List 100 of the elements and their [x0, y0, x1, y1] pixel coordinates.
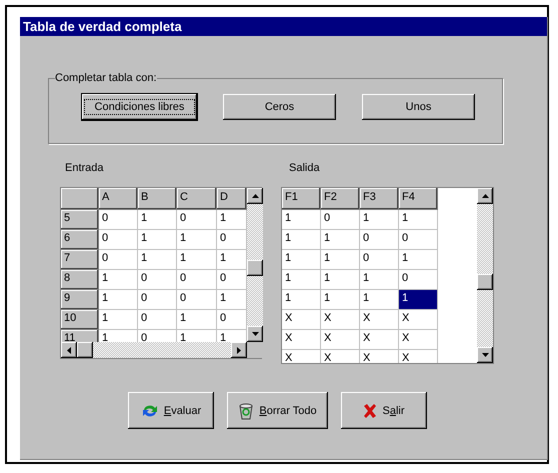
exit-button[interactable]: Salir — [341, 392, 427, 429]
table-cell[interactable]: 0 — [177, 210, 217, 230]
row-header: 5 — [61, 210, 99, 230]
row-header: 8 — [61, 270, 99, 290]
table-cell[interactable]: X — [360, 310, 399, 330]
table-cell[interactable]: 1 — [360, 290, 399, 310]
table-cell[interactable]: 1 — [138, 250, 177, 270]
table-cell[interactable]: X — [360, 350, 399, 363]
row-header: 6 — [61, 230, 99, 250]
table-cell[interactable]: 0 — [217, 310, 247, 330]
table-cell[interactable]: 1 — [217, 210, 247, 230]
table-cell[interactable]: 0 — [217, 230, 247, 250]
table-cell[interactable]: 0 — [138, 270, 177, 290]
table-cell[interactable]: 1 — [177, 310, 217, 330]
table-cell[interactable]: X — [282, 350, 321, 363]
scroll-thumb[interactable] — [477, 274, 493, 290]
recycle-bin-icon — [238, 402, 254, 420]
table-cell[interactable]: X — [360, 330, 399, 350]
table-cell[interactable]: 1 — [282, 290, 321, 310]
row-header: 11 — [61, 330, 99, 342]
table-cell[interactable]: 0 — [138, 290, 177, 310]
horizontal-scrollbar[interactable] — [61, 342, 247, 358]
table-cell[interactable]: 0 — [177, 270, 217, 290]
table-cell[interactable]: 1 — [99, 330, 138, 342]
table-cell[interactable]: 1 — [177, 330, 217, 342]
group-label: Completar tabla con: — [55, 72, 156, 84]
table-cell[interactable]: 1 — [321, 230, 360, 250]
vertical-scrollbar[interactable] — [477, 188, 493, 363]
table-cell[interactable]: 1 — [399, 250, 438, 270]
window-title: Tabla de verdad completa — [23, 19, 182, 34]
table-cell[interactable]: 1 — [177, 230, 217, 250]
table-cell[interactable]: 0 — [360, 230, 399, 250]
table-cell[interactable]: X — [321, 310, 360, 330]
table-cell[interactable]: 0 — [399, 270, 438, 290]
fill-option-button[interactable]: Unos — [362, 94, 475, 120]
clear-all-button[interactable]: Borrar Todo — [227, 392, 328, 429]
table-cell[interactable]: X — [321, 330, 360, 350]
vertical-scrollbar[interactable] — [247, 188, 263, 342]
table-cell[interactable]: X — [399, 310, 438, 330]
column-header: F1 — [282, 188, 321, 210]
scroll-thumb[interactable] — [247, 260, 263, 276]
input-table-label: Entrada — [65, 162, 105, 175]
table-cell[interactable]: 1 — [138, 210, 177, 230]
row-header: 10 — [61, 310, 99, 330]
column-header: F2 — [321, 188, 360, 210]
column-header: D — [217, 188, 247, 210]
table-cell[interactable]: 1 — [360, 210, 399, 230]
table-cell[interactable]: 1 — [138, 230, 177, 250]
table-cell[interactable]: 1 — [282, 270, 321, 290]
table-cell[interactable]: 0 — [177, 290, 217, 310]
column-header: F4 — [399, 188, 438, 210]
table-cell[interactable]: X — [399, 350, 438, 363]
table-cell[interactable]: 0 — [399, 230, 438, 250]
table-cell[interactable]: 1 — [177, 250, 217, 270]
table-cell[interactable]: 1 — [321, 250, 360, 270]
table-cell[interactable]: 1 — [399, 210, 438, 230]
scroll-down-icon[interactable] — [477, 347, 493, 363]
table-cell[interactable]: 1 — [282, 210, 321, 230]
output-table-label: Salida — [289, 162, 321, 175]
column-header: A — [99, 188, 138, 210]
scroll-up-icon[interactable] — [477, 188, 493, 204]
column-header: B — [138, 188, 177, 210]
table-cell[interactable]: 0 — [217, 270, 247, 290]
table-cell[interactable]: 0 — [99, 250, 138, 270]
table-cell[interactable]: 1 — [282, 230, 321, 250]
scroll-down-icon[interactable] — [247, 326, 263, 342]
table-cell[interactable]: X — [282, 310, 321, 330]
row-header: 9 — [61, 290, 99, 310]
table-cell[interactable]: 0 — [138, 330, 177, 342]
table-cell[interactable]: 1 — [282, 250, 321, 270]
fill-option-button[interactable]: Condiciones libres — [82, 94, 197, 120]
table-cell[interactable]: X — [399, 330, 438, 350]
table-cell[interactable]: 1 — [217, 250, 247, 270]
table-cell[interactable]: X — [321, 350, 360, 363]
cross-icon — [363, 404, 378, 418]
table-cell[interactable]: 1 — [360, 270, 399, 290]
row-header: 7 — [61, 250, 99, 270]
column-header: C — [177, 188, 217, 210]
scroll-right-icon[interactable] — [231, 342, 247, 358]
table-cell[interactable]: 0 — [99, 210, 138, 230]
table-cell[interactable]: 1 — [99, 310, 138, 330]
table-cell[interactable]: 0 — [321, 210, 360, 230]
evaluate-button[interactable]: Evaluar — [128, 392, 214, 429]
fill-option-button[interactable]: Ceros — [223, 94, 336, 120]
table-cell[interactable]: 0 — [138, 310, 177, 330]
scroll-thumb[interactable] — [77, 342, 93, 358]
table-cell[interactable]: 1 — [217, 330, 247, 342]
table-cell[interactable]: X — [282, 330, 321, 350]
column-header: F3 — [360, 188, 399, 210]
table-cell[interactable]: 1 — [321, 290, 360, 310]
scroll-left-icon[interactable] — [61, 342, 77, 358]
table-cell[interactable]: 1 — [217, 290, 247, 310]
table-cell[interactable]: 0 — [360, 250, 399, 270]
table-cell[interactable]: 1 — [399, 290, 438, 310]
table-cell[interactable]: 0 — [99, 230, 138, 250]
table-cell[interactable]: 1 — [99, 270, 138, 290]
table-cell[interactable]: 1 — [321, 270, 360, 290]
refresh-icon — [140, 402, 159, 418]
table-cell[interactable]: 1 — [99, 290, 138, 310]
scroll-up-icon[interactable] — [247, 188, 263, 204]
